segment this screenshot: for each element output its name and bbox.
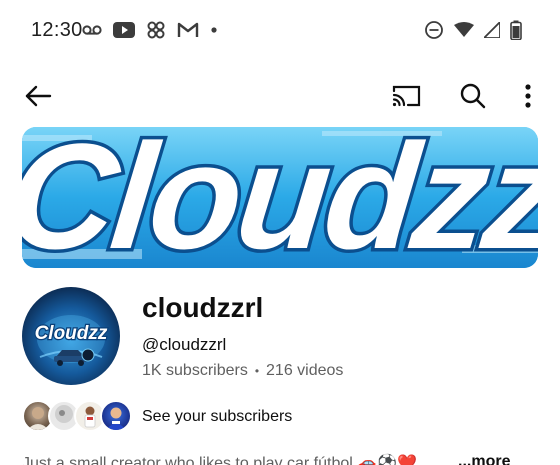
description-more-link[interactable]: ...more: [458, 453, 510, 465]
channel-description[interactable]: Just a small creator who likes to play c…: [22, 453, 417, 465]
youtube-icon: [113, 22, 135, 38]
search-button[interactable]: [456, 80, 490, 112]
avatar-logo-text: Cloudzz: [35, 323, 108, 344]
status-system-icons: [424, 20, 522, 40]
search-icon: [460, 83, 486, 109]
pinwheel-icon: [146, 20, 166, 40]
app-bar: [0, 74, 560, 118]
signal-icon: [484, 22, 500, 38]
subscriber-avatar-stack[interactable]: [22, 400, 132, 434]
stats-separator: •: [254, 364, 260, 378]
channel-stats: 1K subscribers • 216 videos: [142, 362, 343, 380]
more-options-button[interactable]: [516, 80, 540, 112]
back-arrow-icon: [25, 85, 52, 107]
channel-banner[interactable]: Cloudzz: [22, 127, 538, 268]
do-not-disturb-icon: [424, 20, 444, 40]
back-button[interactable]: [22, 80, 54, 112]
avatar-artwork: Cloudzz: [33, 315, 109, 366]
status-notification-icons: [82, 20, 218, 40]
channel-avatar[interactable]: Cloudzz: [22, 287, 120, 385]
banner-title: Cloudzz: [22, 127, 538, 268]
video-count: 216 videos: [266, 362, 344, 379]
wifi-icon: [454, 22, 474, 38]
channel-name: cloudzzrl: [142, 292, 264, 323]
subscriber-avatar: [100, 400, 132, 432]
cast-button[interactable]: [390, 80, 424, 112]
status-bar: 12:30: [0, 0, 560, 60]
more-vert-icon: [525, 84, 531, 108]
banner-artwork: Cloudzz: [22, 127, 538, 268]
see-subscribers-link[interactable]: See your subscribers: [142, 408, 292, 426]
subscriber-count: 1K subscribers: [142, 362, 248, 379]
cast-icon: [392, 85, 421, 107]
battery-icon: [510, 20, 522, 40]
status-time: 12:30: [31, 19, 83, 41]
notification-dot-icon: [210, 26, 218, 34]
voicemail-icon: [82, 24, 102, 36]
gmail-icon: [177, 22, 199, 38]
channel-handle: @cloudzzrl: [142, 335, 227, 354]
